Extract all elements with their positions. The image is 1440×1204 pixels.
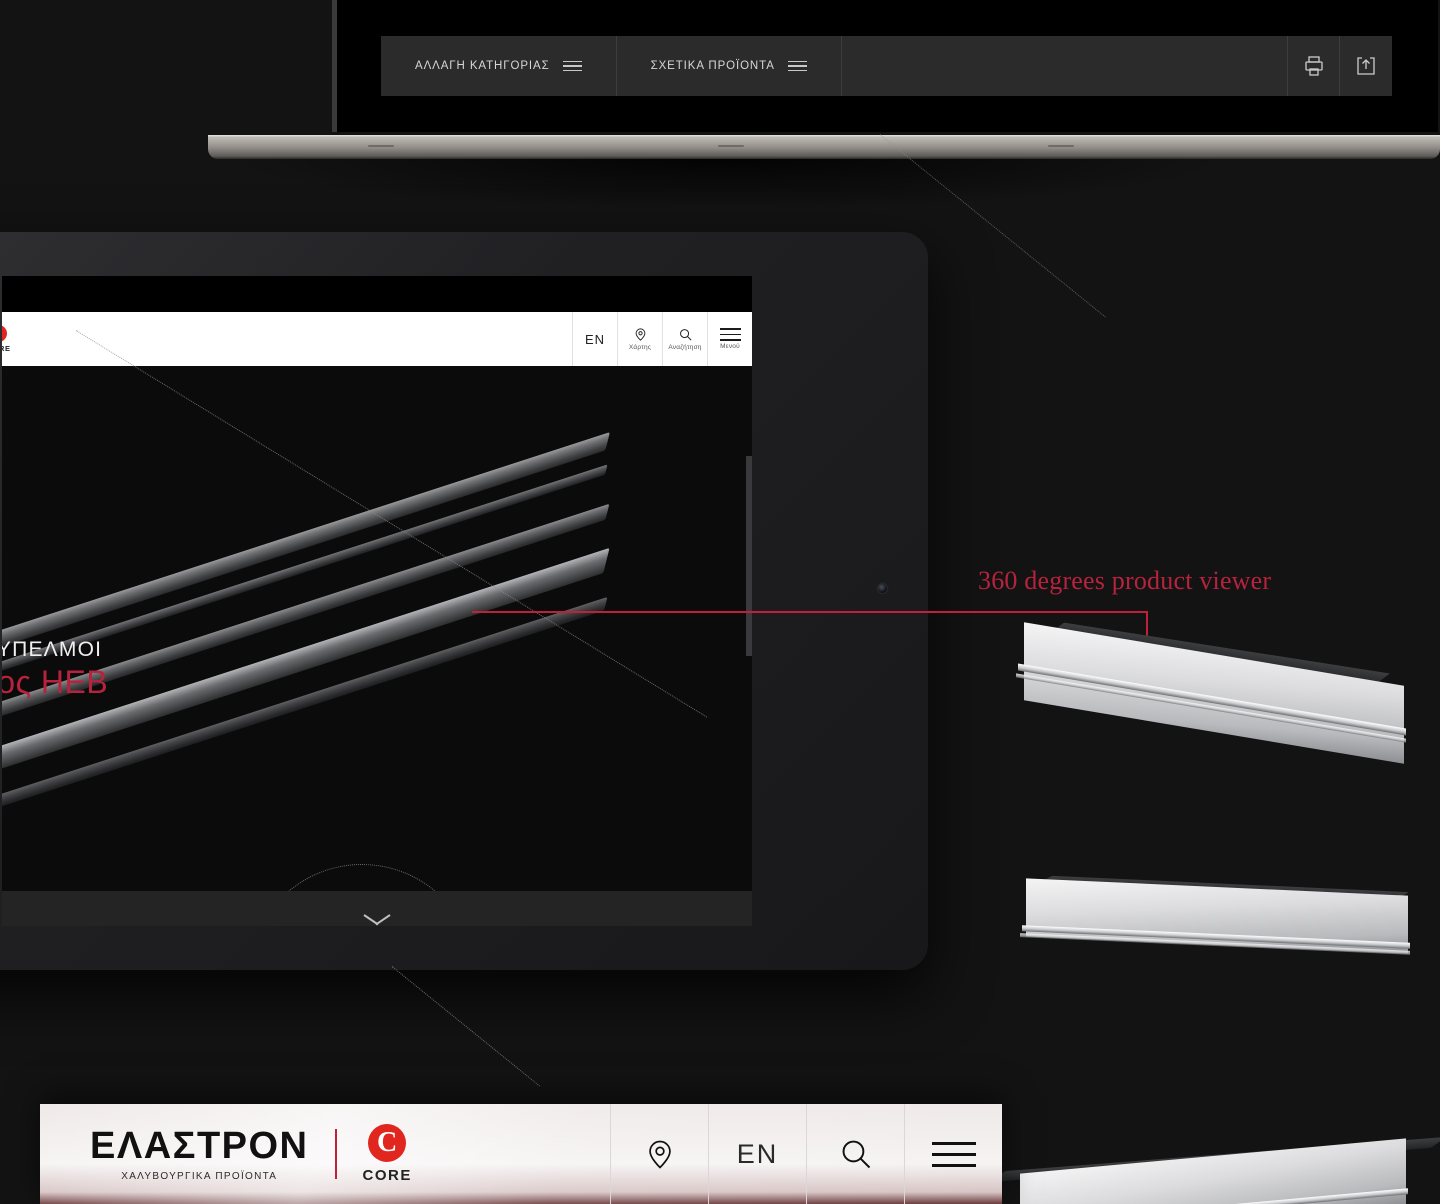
menu-icon [719,328,741,341]
tablet-screen: ΟΝ ΡΟΪΟΝΤΑ C CORE EN [2,276,752,926]
mobile-logo-word: ΕΛΑΣΤΡΟΝ [90,1124,309,1167]
hero-title-supertitle: ΟΙ ΠΛΑΤΥΠΕΛΜΟΙ [2,638,103,661]
hero-beam-graphic [2,366,752,891]
tablet-logo[interactable]: ΟΝ ΡΟΪΟΝΤΑ C CORE [2,312,11,366]
search-icon [679,329,691,341]
print-button[interactable] [1288,36,1340,96]
mobile-nav-search[interactable] [806,1104,904,1204]
guide-line-mobile [391,966,540,1087]
hbeam-frame-1 [1010,622,1430,830]
tablet-camera [878,584,887,593]
mobile-core-badge-group: C CORE [363,1124,412,1184]
hotspot-highlight-ring [248,864,476,891]
tablet-scroll-hint-bar[interactable] [2,891,752,926]
toolbar-change-category[interactable]: ΑΛΛΑΓΗ ΚΑΤΗΓΟΡΙΑΣ [381,36,617,96]
tablet-site-header: ΟΝ ΡΟΪΟΝΤΑ C CORE EN [2,312,752,366]
tablet-language-value: EN [584,331,606,347]
screenshot-stage: ΑΛΛΑΓΗ ΚΑΤΗΓΟΡΙΑΣ ΣΧΕΤΙΚΑ ΠΡΟΪΟΝΤΑ E EN … [0,0,1440,1204]
mobile-header-device: ΕΛΑΣΤΡΟΝ ΧΑΛΥΒΟΥΡΓΙΚΑ ΠΡΟΪΟΝΤΑ C CORE EN [40,1104,1002,1204]
share-icon [1357,57,1375,75]
tablet-language-switch[interactable]: EN [572,312,617,366]
tablet-hero: ΟΙ ΠΛΑΤΥΠΕΛΜΟΙ ρύς τύπος ΗΕΒ ✷ ✎ [2,366,752,891]
share-button[interactable] [1340,36,1392,96]
hamburger-icon [562,60,582,72]
laptop-shadow [222,158,1232,210]
tablet-core-badge-group: C CORE [2,325,11,353]
hbeam-frame-3 [989,1132,1440,1204]
mobile-core-label: CORE [362,1167,412,1184]
laptop-device: ΑΛΛΑΓΗ ΚΑΤΗΓΟΡΙΑΣ ΣΧΕΤΙΚΑ ΠΡΟΪΟΝΤΑ [332,0,1438,132]
tablet-nav-menu[interactable]: Μενού [707,312,752,366]
annotation-leader-horizontal [472,611,1148,613]
tablet-core-label: CORE [2,344,11,353]
tablet-scrollbar[interactable] [746,456,752,656]
tablet-nav-menu-label: Μενού [720,342,740,350]
toolbar-related-products-label: ΣΧΕΤΙΚΑ ΠΡΟΪΟΝΤΑ [650,60,775,72]
search-icon [842,1140,870,1169]
mobile-logo-sub: ΧΑΛΥΒΟΥΡΓΙΚΑ ΠΡΟΪΟΝΤΑ [121,1170,278,1182]
core-letter-icon: C [2,325,8,342]
mobile-logo-divider [334,1129,337,1179]
laptop-base [208,135,1440,159]
hero-title-main: ρύς τύπος ΗΕΒ [2,664,109,700]
annotation-label-360-viewer: 360 degrees product viewer [978,566,1272,595]
laptop-foot-left [368,145,394,147]
mobile-nav-menu[interactable] [904,1104,1002,1204]
toolbar-spacer [842,36,1288,96]
core-letter-icon: C [368,1124,407,1162]
print-icon [1304,56,1323,76]
laptop-product-toolbar: ΑΛΛΑΓΗ ΚΑΤΗΓΟΡΙΑΣ ΣΧΕΤΙΚΑ ΠΡΟΪΟΝΤΑ [381,36,1392,96]
mobile-site-header: ΕΛΑΣΤΡΟΝ ΧΑΛΥΒΟΥΡΓΙΚΑ ΠΡΟΪΟΝΤΑ C CORE EN [40,1104,1002,1204]
toolbar-change-category-label: ΑΛΛΑΓΗ ΚΑΤΗΓΟΡΙΑΣ [415,60,550,72]
laptop-foot-right [1048,145,1074,147]
hamburger-icon [787,60,807,72]
toolbar-related-products[interactable]: ΣΧΕΤΙΚΑ ΠΡΟΪΟΝΤΑ [617,36,842,96]
mobile-language-value: EN [736,1138,779,1169]
product-360-frames [989,622,1440,1204]
tablet-nav-map-label: Χάρτης [628,344,652,351]
mobile-language-switch[interactable]: EN [708,1104,806,1204]
menu-icon [931,1141,976,1167]
tablet-device: ΟΝ ΡΟΪΟΝΤΑ C CORE EN [0,232,928,970]
tablet-nav-map[interactable]: Χάρτης [617,312,662,366]
laptop-webpage: ΑΛΛΑΓΗ ΚΑΤΗΓΟΡΙΑΣ ΣΧΕΤΙΚΑ ΠΡΟΪΟΝΤΑ [337,0,1438,132]
tablet-nav-search[interactable]: Αναζήτηση [662,312,707,366]
map-icon [635,328,645,341]
chevron-down-icon [363,913,391,927]
hbeam-frame-2 [1010,875,1430,1068]
mobile-nav-map[interactable] [610,1104,708,1204]
tablet-nav-search-label: Αναζήτηση [668,344,702,351]
mobile-logo[interactable]: ΕΛΑΣΤΡΟΝ ΧΑΛΥΒΟΥΡΓΙΚΑ ΠΡΟΪΟΝΤΑ C CORE [40,1104,610,1204]
map-icon [648,1140,671,1169]
laptop-foot-mid [718,145,744,147]
